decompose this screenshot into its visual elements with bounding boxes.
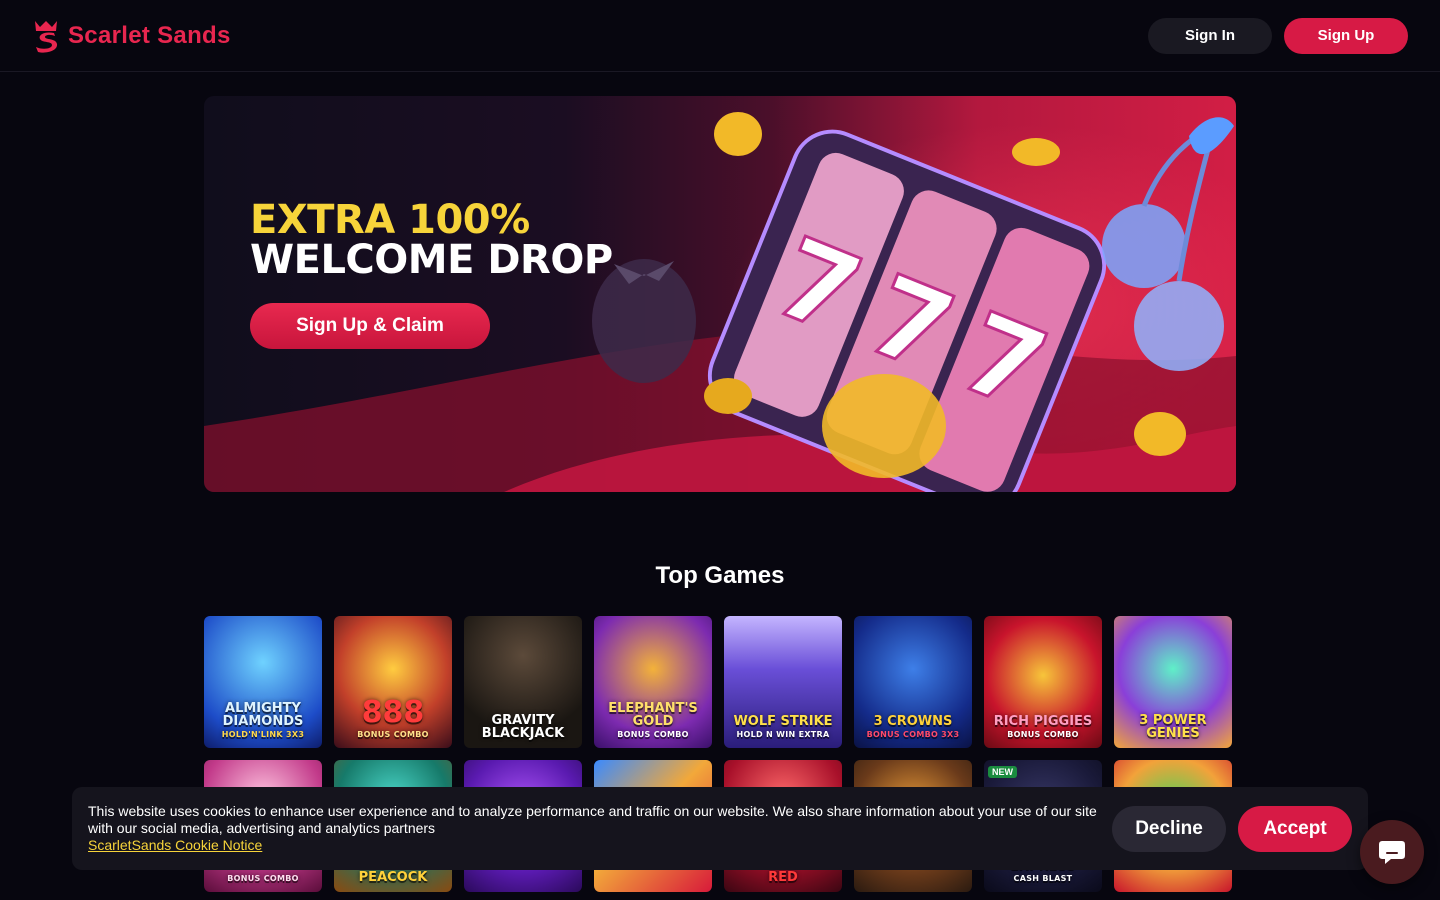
game-tile-888-bonus-combo[interactable]: 888 Bonus Combo <box>334 616 452 748</box>
game-subtitle: Bonus Combo 3x3 <box>866 730 960 739</box>
sign-up-button[interactable]: Sign Up <box>1284 17 1408 54</box>
game-tile-almighty-diamonds[interactable]: Almighty Diamonds Hold'n'Link 3x3 <box>204 616 322 748</box>
game-subtitle: Hold N Win Extra <box>736 730 830 739</box>
game-tile-elephants-gold[interactable]: Elephant's Gold Bonus Combo <box>594 616 712 748</box>
game-tile-rich-piggies[interactable]: Rich Piggies Bonus Combo <box>984 616 1102 748</box>
game-subtitle: Bonus Combo <box>617 730 689 739</box>
game-name: Wolf Strike <box>733 714 833 729</box>
game-name: 3 Power Genies <box>1139 713 1207 741</box>
auth-buttons: Sign In Sign Up <box>1148 17 1408 54</box>
game-title: Red <box>768 871 798 884</box>
sign-in-button[interactable]: Sign In <box>1148 17 1272 54</box>
accept-cookies-button[interactable]: Accept <box>1238 805 1352 852</box>
game-title: 3 Power Genies <box>1118 714 1228 740</box>
hero-headline-line2: WELCOME DROP <box>250 237 613 283</box>
game-subtitle: Bonus Combo <box>227 874 299 883</box>
hero-headline-line1: EXTRA 100% <box>250 197 530 243</box>
game-title: 888 Bonus Combo <box>357 698 428 740</box>
site-header: Scarlet Sands Sign In Sign Up <box>0 0 1440 72</box>
welcome-banner[interactable]: 7 7 7 EXTRA 100% WELCOME DROP Sign Up & … <box>204 96 1236 492</box>
game-title: 3 Crowns Bonus Combo 3x3 <box>867 715 960 740</box>
game-name: Gravity Blackjack <box>481 713 565 741</box>
game-title: Peacock <box>359 871 428 884</box>
brand-logo[interactable]: Scarlet Sands <box>32 19 231 53</box>
cookie-consent-banner: This website uses cookies to enhance use… <box>72 787 1368 870</box>
cookie-notice-link[interactable]: ScarletSands Cookie Notice <box>88 837 262 854</box>
game-subtitle: Cash Blast <box>1013 874 1073 883</box>
game-name: 888 <box>361 695 425 730</box>
new-badge: NEW <box>988 766 1017 778</box>
game-subtitle: Hold'n'Link 3x3 <box>221 730 305 739</box>
game-tile-3-crowns[interactable]: 3 Crowns Bonus Combo 3x3 <box>854 616 972 748</box>
chat-launcher-button[interactable] <box>1360 820 1424 884</box>
game-title: Rich Piggies Bonus Combo <box>994 715 1093 740</box>
cookie-message-text: This website uses cookies to enhance use… <box>88 803 1097 836</box>
game-tile-3-power-genies[interactable]: 3 Power Genies <box>1114 616 1232 748</box>
game-subtitle: Bonus Combo <box>1007 730 1079 739</box>
game-name: Rich Piggies <box>993 714 1093 729</box>
game-tile-gravity-blackjack[interactable]: Gravity Blackjack <box>464 616 582 748</box>
game-tile-wolf-strike[interactable]: Wolf Strike Hold N Win Extra <box>724 616 842 748</box>
game-title: Wolf Strike Hold N Win Extra <box>733 715 832 740</box>
game-name: Red <box>768 870 798 885</box>
cookie-actions: Decline Accept <box>1112 805 1352 852</box>
game-name: Almighty Diamonds <box>222 701 304 729</box>
game-subtitle: Bonus Combo <box>357 730 429 739</box>
game-title: Almighty Diamonds Hold'n'Link 3x3 <box>208 702 318 740</box>
game-title: Bonus Combo <box>227 872 298 884</box>
scarlet-sands-logo-icon <box>35 20 58 53</box>
top-games-title: Top Games <box>655 562 785 589</box>
game-title: Elephant's Gold Bonus Combo <box>598 702 708 740</box>
game-name: Elephant's Gold <box>608 701 698 729</box>
brand-name: Scarlet Sands <box>68 21 231 49</box>
hero-headline: EXTRA 100% WELCOME DROP <box>250 200 613 280</box>
sign-up-claim-button[interactable]: Sign Up & Claim <box>250 303 490 349</box>
game-name: 3 Crowns <box>873 714 953 729</box>
game-name: Peacock <box>358 870 428 885</box>
cookie-message: This website uses cookies to enhance use… <box>88 803 1098 854</box>
game-title: Gravity Blackjack <box>468 714 578 740</box>
slot-machine-illustration: 7 7 7 <box>204 112 1236 492</box>
decline-cookies-button[interactable]: Decline <box>1112 805 1226 852</box>
chat-bubble-icon <box>1379 841 1405 864</box>
